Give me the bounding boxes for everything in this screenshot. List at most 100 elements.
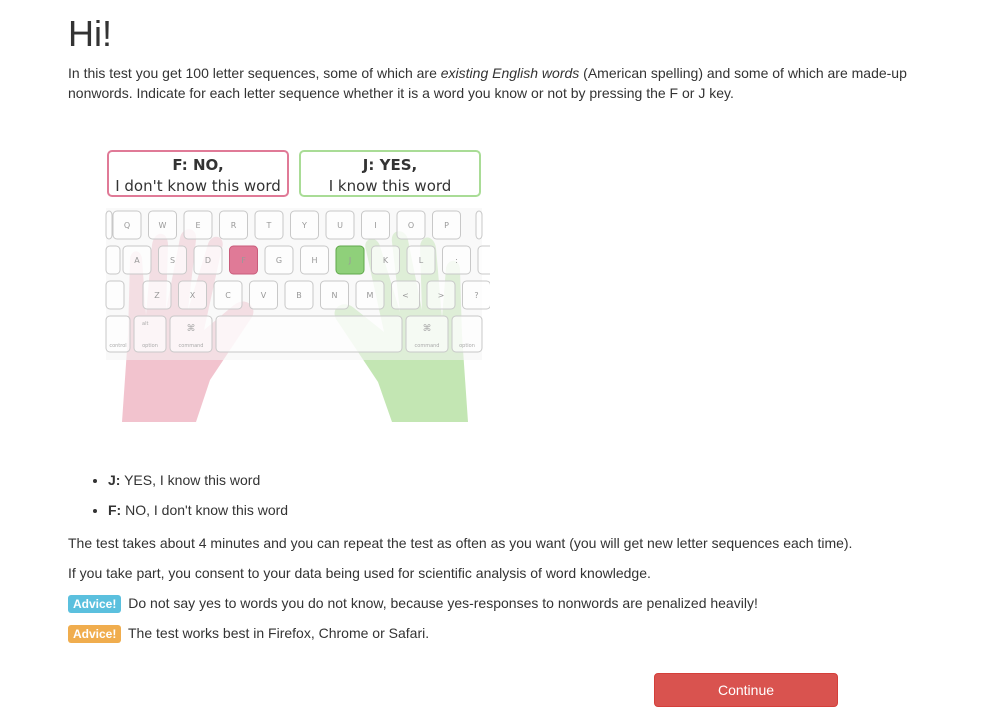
key-label: option — [459, 343, 475, 349]
key-label: < — [402, 291, 409, 300]
key-C: C — [213, 280, 243, 310]
key-command-right: command ⌘ — [405, 315, 449, 353]
key-Q: Q — [112, 210, 142, 240]
key-label: L — [419, 256, 424, 265]
key-S: S — [158, 245, 187, 275]
key-Z: Z — [142, 280, 172, 310]
list-item: F: NO, I don't know this word — [108, 500, 288, 520]
key-M: M — [355, 280, 385, 310]
key-label: J — [348, 256, 351, 265]
key-label: S — [170, 256, 175, 265]
key-label: Q — [124, 221, 130, 230]
key-label: V — [261, 291, 267, 300]
key-label: control — [109, 343, 126, 349]
key-label: N — [332, 291, 338, 300]
key-edge — [105, 210, 113, 240]
key-label: Y — [301, 221, 307, 230]
key-U: U — [325, 210, 355, 240]
key-label: command — [415, 343, 440, 349]
key-I: I — [361, 210, 390, 240]
key-label: B — [296, 291, 302, 300]
key-F: F — [229, 245, 258, 275]
continue-button[interactable]: Continue — [654, 673, 838, 707]
key-G: G — [264, 245, 294, 275]
key-label: R — [231, 221, 237, 230]
advice-browser: Advice! The test works best in Firefox, … — [68, 623, 429, 643]
advice-penalty: Advice! Do not say yes to words you do n… — [68, 593, 758, 613]
key-B: B — [284, 280, 314, 310]
key-label: O — [408, 221, 414, 230]
key-label: : — [455, 256, 458, 265]
list-item: J: YES, I know this word — [108, 470, 288, 490]
intro-emphasis: existing English words — [440, 65, 580, 81]
key-V: V — [249, 280, 278, 310]
intro-text: In this test you get 100 letter sequence… — [68, 65, 907, 101]
key-label: I — [374, 221, 376, 230]
key-control: control — [105, 315, 131, 353]
key-option: option — [133, 315, 167, 353]
key-option-right: option — [451, 315, 483, 353]
key-label: E — [195, 221, 200, 230]
key-P: P — [432, 210, 461, 240]
key-N: N — [320, 280, 349, 310]
key-label: ? — [474, 291, 478, 300]
command-icon: ⌘ — [187, 324, 196, 334]
key-label: G — [276, 256, 282, 265]
consent-text: If you take part, you consent to your da… — [68, 565, 651, 581]
command-icon: ⌘ — [423, 324, 432, 334]
yes-box: J: YES, I know this word — [299, 150, 481, 197]
key-edge — [105, 245, 121, 275]
keyboard-illustration: F: NO, I don't know this word J: YES, I … — [105, 150, 490, 422]
key-label: > — [438, 291, 445, 300]
key-R: R — [219, 210, 248, 240]
key-command: command ⌘ — [169, 315, 213, 353]
key-O: O — [396, 210, 426, 240]
key-label: Z — [154, 291, 160, 300]
duration-text: The test takes about 4 minutes and you c… — [68, 535, 853, 551]
yes-box-title: J: YES, — [362, 156, 417, 174]
key-W: W — [148, 210, 177, 240]
key-instructions: J: YES, I know this word F: NO, I don't … — [68, 470, 288, 530]
key-X: X — [178, 280, 207, 310]
alt-label: alt — [142, 321, 148, 327]
page-title: Hi! — [68, 13, 112, 54]
key-label: F — [241, 256, 246, 265]
no-box-title: F: NO, — [172, 156, 223, 174]
key-space — [215, 315, 403, 353]
key-label: M — [367, 291, 374, 300]
key-;: ; — [477, 245, 490, 275]
key-<: < — [391, 280, 420, 310]
key-?: ? — [462, 280, 490, 310]
key-A: A — [122, 245, 152, 275]
key-T: T — [254, 210, 284, 240]
key-label: command — [179, 343, 204, 349]
key-label: H — [311, 256, 317, 265]
key-label: X — [190, 291, 196, 300]
key-label: A — [134, 256, 140, 265]
advice-badge: Advice! — [68, 595, 122, 613]
key-:: : — [442, 245, 471, 275]
key-label: K — [383, 256, 389, 265]
page: Hi! In this test you get 100 letter sequ… — [0, 0, 996, 724]
advice-badge: Advice! — [68, 625, 122, 643]
no-box-subtitle: I don't know this word — [115, 177, 281, 195]
key-edge — [475, 210, 483, 240]
key-edge — [105, 280, 125, 310]
key-label: P — [444, 221, 449, 230]
key-Y: Y — [290, 210, 319, 240]
key-label: D — [205, 256, 211, 265]
key-label: C — [225, 291, 231, 300]
key-D: D — [193, 245, 223, 275]
key-H: H — [300, 245, 329, 275]
yes-box-subtitle: I know this word — [329, 177, 452, 195]
no-box: F: NO, I don't know this word — [107, 150, 289, 197]
key->: > — [426, 280, 456, 310]
key-E: E — [183, 210, 213, 240]
key-L: L — [406, 245, 436, 275]
key-K: K — [371, 245, 400, 275]
key-label: T — [266, 221, 272, 230]
key-J: J — [335, 245, 365, 275]
key-label: option — [142, 343, 158, 349]
keyboard-keys: Q W E R T Y U I O P A S D F G H J K L:; Z X C V B N M < >? control op… — [105, 210, 490, 353]
key-label: W — [159, 221, 167, 230]
